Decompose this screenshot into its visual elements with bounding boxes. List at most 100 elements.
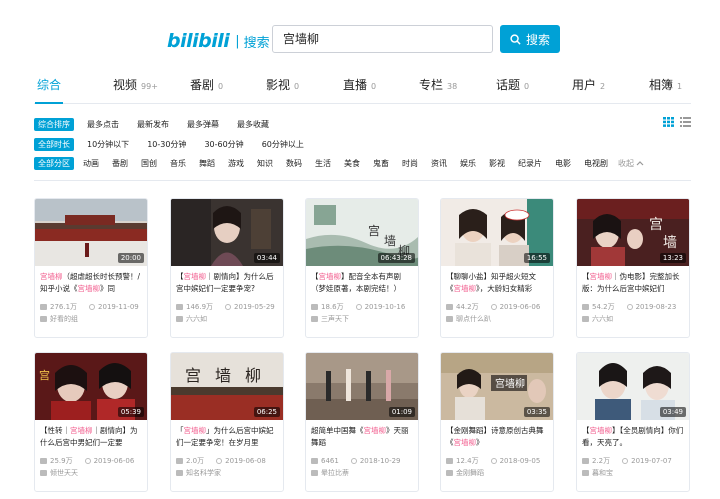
filter-option[interactable]: 最多点击 [87,119,119,130]
uploader-icon [40,316,47,322]
search-button[interactable]: 搜索 [500,25,560,53]
uploader[interactable]: 晕拉比萘 [306,466,418,480]
play-count-icon [446,457,453,464]
grid-view-icon[interactable] [663,117,674,127]
video-card[interactable]: 16:55 【聊聊小盐】知乎超火短文《宫墙柳》，大龄妇女精彩 44.2万 2019… [440,198,554,338]
upload-date: 2018-10-29 [359,456,401,465]
filter-option[interactable]: 10分钟以下 [87,139,129,150]
view-count: 2.2万 [592,456,611,465]
video-card[interactable]: 宫墙柳 03:35 【金刚舞蹈】诗意原创古典舞《宫墙柳》 12.4万 2018-0… [440,352,554,492]
uploader[interactable]: 金刚舞蹈 [441,466,553,480]
filter-option[interactable]: 资讯 [431,158,447,169]
duration-badge: 16:55 [523,253,550,263]
filter-option[interactable]: 最多弹幕 [187,119,219,130]
filter-option[interactable]: 舞蹈 [199,158,215,169]
video-thumbnail[interactable]: 03:44 [171,199,283,266]
filter-option[interactable]: 动画 [83,158,99,169]
filter-option[interactable]: 影视 [489,158,505,169]
filter-option[interactable]: 时尚 [402,158,418,169]
video-title[interactable]: 【宫墙柳】【全员剧情向】你们看，天亮了。 [577,420,689,452]
filter-option[interactable]: 知识 [257,158,273,169]
filter-sort-chip[interactable]: 综合排序 [34,117,74,131]
video-meta: 54.2万 2019-08-23 [577,298,689,312]
tab-all[interactable]: 综合 [34,76,64,104]
video-thumbnail[interactable]: 宫 墙 柳 06:25 [171,353,283,420]
tab-count: 2 [600,82,606,91]
video-meta: 276.1万 2019-11-09 [35,298,147,312]
video-title[interactable]: 【聊聊小盐】知乎超火短文《宫墙柳》，大龄妇女精彩 [441,266,553,298]
video-title[interactable]: 【宫墙柳｜伪电影】完整加长版：为什么后宫中嫔妃们 [577,266,689,298]
video-title[interactable]: 「宫墙柳」为什么后宫中嫔妃们一定要争宠！在岁月里 [171,420,283,452]
filter-option[interactable]: 国创 [141,158,157,169]
tab-article[interactable]: 专栏 38 [419,76,457,103]
filter-option[interactable]: 电视剧 [584,158,608,169]
tab-film[interactable]: 影视 0 [266,76,299,103]
video-title[interactable]: 超简单中国舞《宫墙柳》天丽舞蹈 [306,420,418,452]
uploader[interactable]: 聊点什么趴 [441,312,553,326]
clock-icon [490,303,497,310]
filter-duration-chip[interactable]: 全部时长 [34,137,74,151]
clock-icon [225,303,232,310]
tab-user[interactable]: 用户 2 [572,76,605,103]
video-card[interactable]: 宫 墙 13:23 【宫墙柳｜伪电影】完整加长版：为什么后宫中嫔妃们 54.2万… [576,198,690,338]
filter-option[interactable]: 美食 [344,158,360,169]
video-title[interactable]: 【金刚舞蹈】诗意原创古典舞《宫墙柳》 [441,420,553,452]
chevron-up-icon[interactable] [636,160,644,166]
video-title[interactable]: 【宫墙柳｜剧情向】为什么后宫中嫔妃们一定要争宠? [171,266,283,298]
video-thumbnail[interactable]: 16:55 [441,199,553,266]
uploader[interactable]: 倾世天天 [35,466,147,480]
video-title[interactable]: 【性转｜宫墙柳｜剧情向】为什么后宫中男妃们一定要 [35,420,147,452]
tab-topic[interactable]: 话题 0 [496,76,529,103]
video-thumbnail[interactable]: 宫墙柳 03:35 [441,353,553,420]
collapse-toggle[interactable]: 收起 [618,158,634,169]
video-thumbnail[interactable]: 03:49 [577,353,689,420]
filter-option[interactable]: 30-60分钟 [204,139,243,150]
filter-option[interactable]: 生活 [315,158,331,169]
video-thumbnail[interactable]: 宫 05:39 [35,353,147,420]
filter-option[interactable]: 数码 [286,158,302,169]
filter-option[interactable]: 纪录片 [518,158,542,169]
video-card[interactable]: 03:44 【宫墙柳｜剧情向】为什么后宫中嫔妃们一定要争宠? 146.9万 201… [170,198,284,338]
video-card[interactable]: 01:09 超简单中国舞《宫墙柳》天丽舞蹈 6461 2018-10-29 晕拉比… [305,352,419,492]
filter-zone-chip[interactable]: 全部分区 [34,156,74,170]
bilibili-logo[interactable]: bilibili | 搜索 [167,30,270,52]
filter-option[interactable]: 电影 [555,158,571,169]
filter-option[interactable]: 鬼畜 [373,158,389,169]
video-card[interactable]: 宫 墙 柳 06:43:28 【宫墙柳】配音全本有声剧（梦娃原著，本剧完结！） … [305,198,419,338]
video-card[interactable]: 宫 05:39 【性转｜宫墙柳｜剧情向】为什么后宫中男妃们一定要 25.9万 20… [34,352,148,492]
video-thumbnail[interactable]: 01:09 [306,353,418,420]
uploader[interactable]: 暮和宝 [577,466,689,480]
filter-option[interactable]: 最多收藏 [237,119,269,130]
view-toggle [663,117,691,127]
uploader[interactable]: 好看的组 [35,312,147,326]
video-card[interactable]: 宫 墙 柳 06:25 「宫墙柳」为什么后宫中嫔妃们一定要争宠！在岁月里 2.0… [170,352,284,492]
video-thumbnail[interactable]: 宫 墙 柳 06:43:28 [306,199,418,266]
uploader[interactable]: 三声天下 [306,312,418,326]
tab-video[interactable]: 视频 99+ [113,76,158,103]
video-thumbnail[interactable]: 宫 墙 13:23 [577,199,689,266]
search-input[interactable]: 宫墙柳 [272,25,493,53]
uploader[interactable]: 六六如 [171,312,283,326]
list-view-icon[interactable] [680,117,691,127]
filter-option[interactable]: 60分钟以上 [262,139,304,150]
filter-option[interactable]: 10-30分钟 [147,139,186,150]
uploader-icon [446,470,453,476]
duration-badge: 13:23 [659,253,686,263]
filter-option[interactable]: 最新发布 [137,119,169,130]
video-title[interactable]: 【宫墙柳】配音全本有声剧（梦娃原著，本剧完结！） [306,266,418,298]
play-count-icon [311,303,318,310]
filter-option[interactable]: 娱乐 [460,158,476,169]
filter-option[interactable]: 音乐 [170,158,186,169]
tab-album[interactable]: 相簿 1 [649,76,682,103]
video-thumbnail[interactable]: 20:00 [35,199,147,266]
uploader[interactable]: 六六如 [577,312,689,326]
tab-live[interactable]: 直播 0 [343,76,376,103]
video-card[interactable]: 20:00 宫墙柳（超虐超长时长预警！/知乎小说《宫墙柳》同 276.1万 201… [34,198,148,338]
tab-bangumi[interactable]: 番剧 0 [190,76,223,103]
filter-option[interactable]: 游戏 [228,158,244,169]
video-card[interactable]: 03:49 【宫墙柳】【全员剧情向】你们看，天亮了。 2.2万 2019-07-0… [576,352,690,492]
logo-search-label: 搜索 [243,35,270,51]
filter-option[interactable]: 番剧 [112,158,128,169]
uploader[interactable]: 知名科学家 [171,466,283,480]
video-title[interactable]: 宫墙柳（超虐超长时长预警！/知乎小说《宫墙柳》同 [35,266,147,298]
